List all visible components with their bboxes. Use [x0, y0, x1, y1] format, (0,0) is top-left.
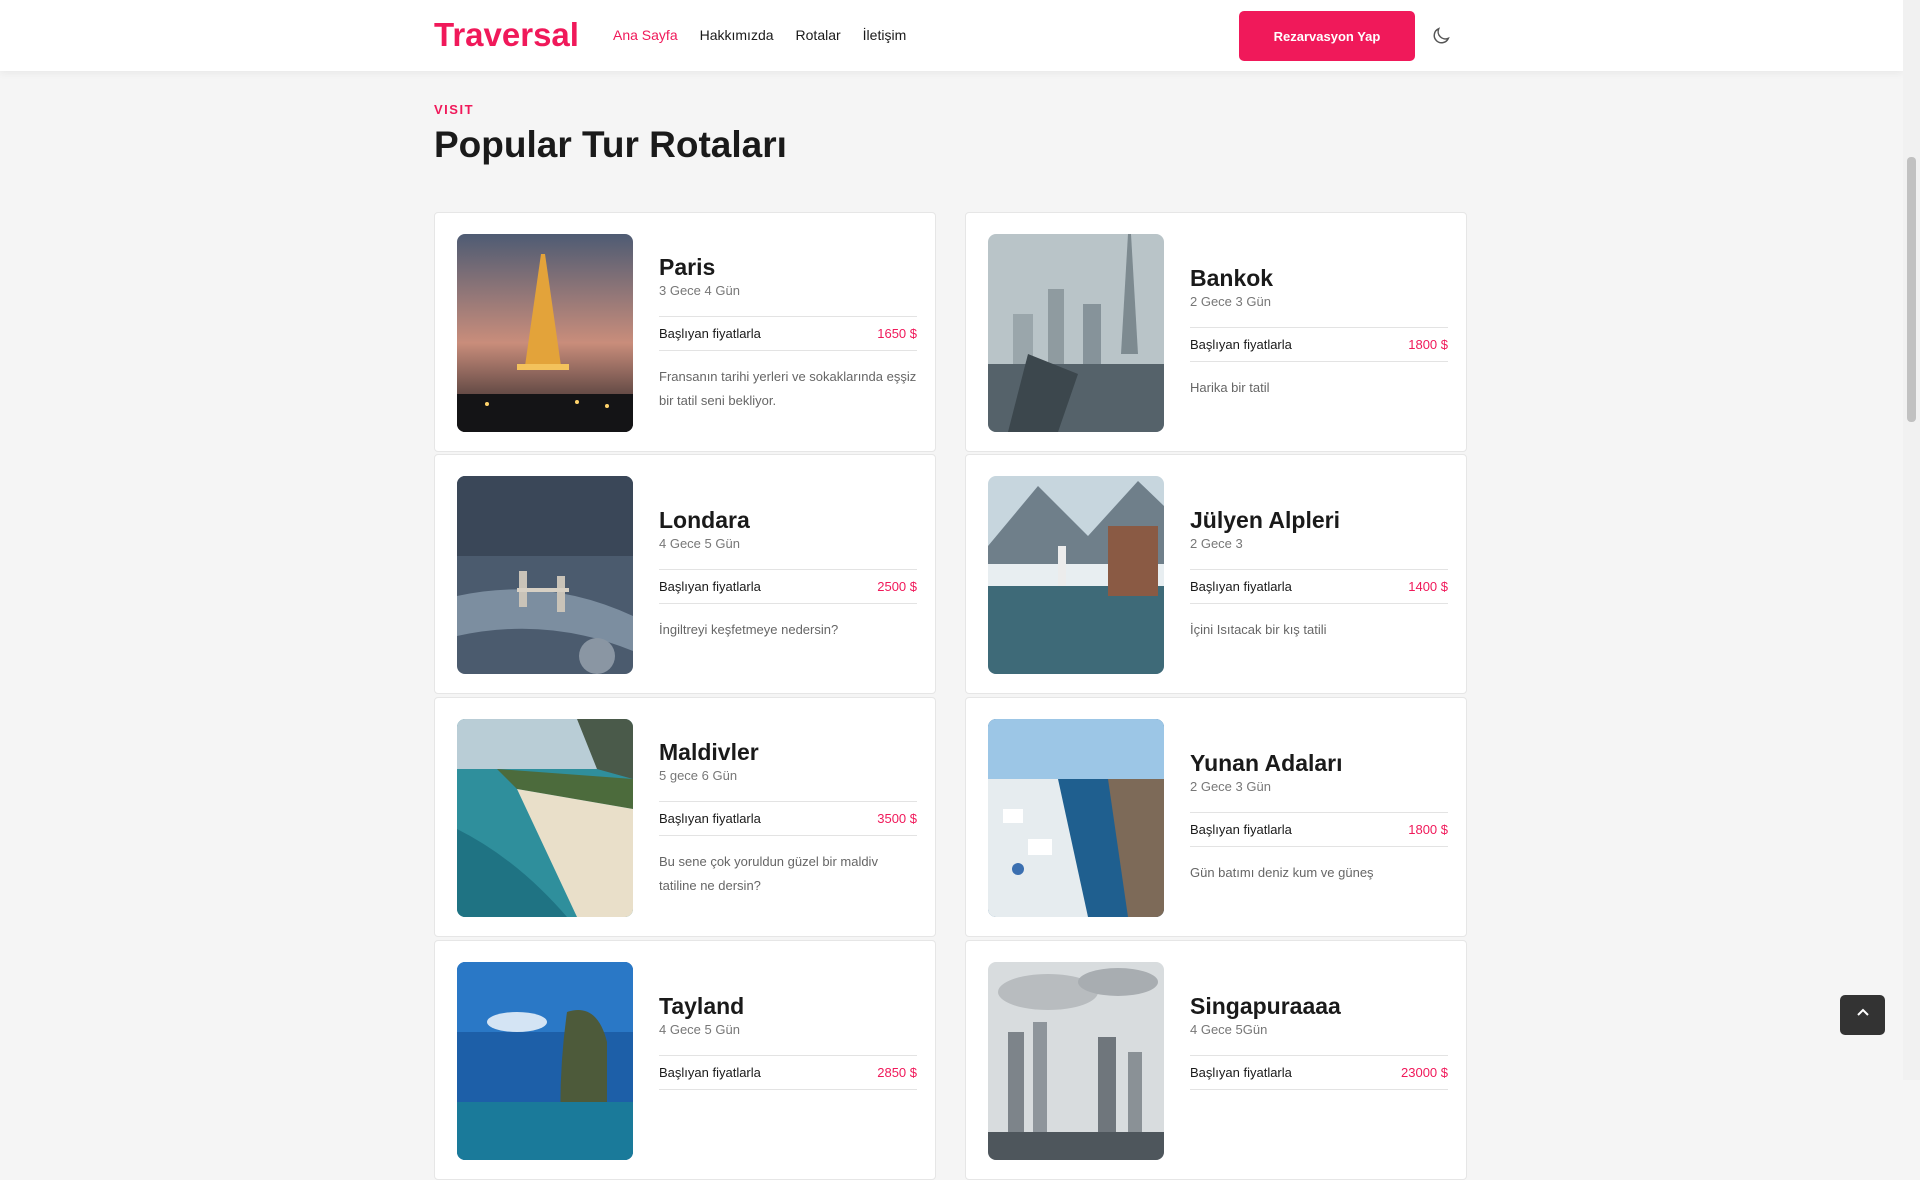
tour-card-tayland[interactable]: Tayland 4 Gece 5 Gün Başlıyan fiyatlarla…: [434, 940, 936, 1180]
price-row: Başlıyan fiyatlarla 1650 $: [659, 316, 917, 351]
tour-price: 3500 $: [877, 811, 917, 826]
price-label: Başlıyan fiyatlarla: [659, 579, 761, 594]
nav-link-iletisim[interactable]: İletişim: [863, 27, 907, 43]
tour-duration: 3 Gece 4 Gün: [659, 283, 740, 298]
tour-price: 1400 $: [1408, 579, 1448, 594]
price-label: Başlıyan fiyatlarla: [1190, 822, 1292, 837]
tour-duration: 2 Gece 3 Gün: [1190, 779, 1271, 794]
tour-duration: 4 Gece 5Gün: [1190, 1022, 1268, 1037]
tour-card-paris[interactable]: Paris 3 Gece 4 Gün Başlıyan fiyatlarla 1…: [434, 212, 936, 452]
scrollbar-thumb[interactable]: [1907, 157, 1916, 422]
price-row: Başlıyan fiyatlarla 2850 $: [659, 1055, 917, 1090]
tour-image-julyen-alpleri[interactable]: [988, 476, 1164, 674]
tour-city[interactable]: Jülyen Alpleri: [1190, 505, 1448, 535]
tour-city[interactable]: Singapuraaaa: [1190, 991, 1448, 1021]
price-row: Başlıyan fiyatlarla 3500 $: [659, 801, 917, 836]
tour-price: 1800 $: [1408, 337, 1448, 352]
tour-card-singapuraaaa[interactable]: Singapuraaaa 4 Gece 5Gün Başlıyan fiyatl…: [965, 940, 1467, 1180]
price-row: Başlıyan fiyatlarla 2500 $: [659, 569, 917, 604]
tour-image-yunan-adalari[interactable]: [988, 719, 1164, 917]
back-to-top-button[interactable]: [1840, 995, 1885, 1035]
tour-card-bankok[interactable]: Bankok 2 Gece 3 Gün Başlıyan fiyatlarla …: [965, 212, 1467, 452]
tour-description: Fransanın tarihi yerleri ve sokaklarında…: [659, 369, 917, 408]
price-row: Başlıyan fiyatlarla 23000 $: [1190, 1055, 1448, 1090]
nav-link-hakkimizda[interactable]: Hakkımızda: [700, 27, 774, 43]
tour-description: Gün batımı deniz kum ve güneş: [1190, 865, 1374, 880]
price-label: Başlıyan fiyatlarla: [1190, 579, 1292, 594]
nav-link-rotalar[interactable]: Rotalar: [796, 27, 841, 43]
tour-duration: 4 Gece 5 Gün: [659, 1022, 740, 1037]
chevron-up-icon: [1855, 1005, 1871, 1026]
section-title: Popular Tur Rotaları: [434, 124, 787, 165]
tour-price: 2500 $: [877, 579, 917, 594]
tour-city[interactable]: Yunan Adaları: [1190, 748, 1448, 778]
tour-card-julyen-alpleri[interactable]: Jülyen Alpleri 2 Gece 3 Başlıyan fiyatla…: [965, 454, 1467, 694]
price-label: Başlıyan fiyatlarla: [659, 1065, 761, 1080]
price-row: Başlıyan fiyatlarla 1800 $: [1190, 812, 1448, 847]
tour-description: Bu sene çok yoruldun güzel bir maldiv ta…: [659, 854, 878, 893]
price-label: Başlıyan fiyatlarla: [1190, 1065, 1292, 1080]
tour-city[interactable]: Maldivler: [659, 737, 917, 767]
site-header: Traversal Ana Sayfa Hakkımızda Rotalar İ…: [0, 0, 1903, 71]
tour-price: 1650 $: [877, 326, 917, 341]
tour-card-maldivler[interactable]: Maldivler 5 gece 6 Gün Başlıyan fiyatlar…: [434, 697, 936, 937]
tour-image-tayland[interactable]: [457, 962, 633, 1160]
page-scrollbar[interactable]: [1903, 0, 1920, 1080]
section-eyebrow: VISIT: [434, 102, 475, 117]
tour-description: Harika bir tatil: [1190, 380, 1270, 395]
tour-duration: 5 gece 6 Gün: [659, 768, 738, 783]
tour-description: İçini Isıtacak bir kış tatili: [1190, 622, 1327, 637]
price-label: Başlıyan fiyatlarla: [659, 811, 761, 826]
tour-image-maldivler[interactable]: [457, 719, 633, 917]
tour-image-londara[interactable]: [457, 476, 633, 674]
tour-duration: 2 Gece 3 Gün: [1190, 294, 1271, 309]
reservation-button[interactable]: Rezarvasyon Yap: [1239, 11, 1415, 61]
tour-image-singapuraaaa[interactable]: [988, 962, 1164, 1160]
tour-card-londara[interactable]: Londara 4 Gece 5 Gün Başlıyan fiyatlarla…: [434, 454, 936, 694]
tour-card-yunan-adalari[interactable]: Yunan Adaları 2 Gece 3 Gün Başlıyan fiya…: [965, 697, 1467, 937]
tour-city[interactable]: Paris: [659, 252, 917, 282]
price-row: Başlıyan fiyatlarla 1800 $: [1190, 327, 1448, 362]
tour-description: İngiltreyi keşfetmeye nedersin?: [659, 622, 839, 637]
price-row: Başlıyan fiyatlarla 1400 $: [1190, 569, 1448, 604]
tour-price: 2850 $: [877, 1065, 917, 1080]
tour-image-paris[interactable]: [457, 234, 633, 432]
tour-image-bankok[interactable]: [988, 234, 1164, 432]
main-nav: Ana Sayfa Hakkımızda Rotalar İletişim: [613, 27, 906, 43]
price-label: Başlıyan fiyatlarla: [659, 326, 761, 341]
tour-price: 23000 $: [1401, 1065, 1448, 1080]
price-label: Başlıyan fiyatlarla: [1190, 337, 1292, 352]
site-logo[interactable]: Traversal: [434, 16, 579, 54]
moon-icon[interactable]: [1430, 25, 1452, 47]
tour-city[interactable]: Bankok: [1190, 263, 1448, 293]
tour-duration: 4 Gece 5 Gün: [659, 536, 740, 551]
nav-link-ana-sayfa[interactable]: Ana Sayfa: [613, 27, 678, 43]
tour-city[interactable]: Londara: [659, 505, 917, 535]
tour-price: 1800 $: [1408, 822, 1448, 837]
tour-duration: 2 Gece 3: [1190, 536, 1243, 551]
tour-city[interactable]: Tayland: [659, 991, 917, 1021]
